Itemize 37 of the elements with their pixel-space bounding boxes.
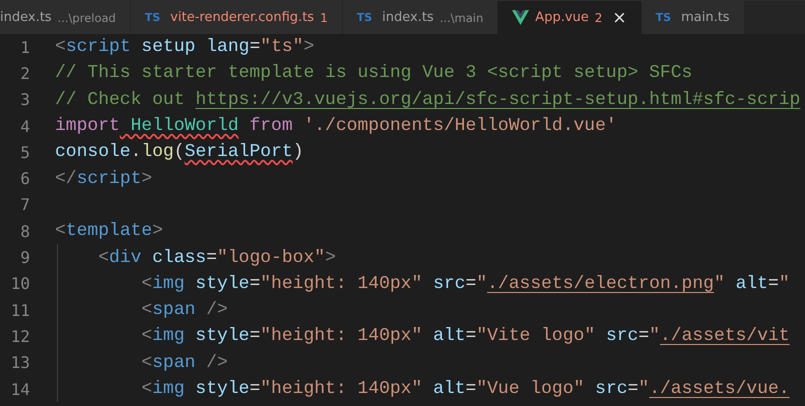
line-number: 14 xyxy=(10,380,30,398)
code-line: <span /> xyxy=(140,300,228,320)
code-line: import HelloWorld from './components/HelloWorld.vue' xyxy=(55,116,617,136)
code-line: // This starter template is using Vue 3 <script setup> SFCs xyxy=(55,63,692,84)
code-line: console.log(SerialPort) xyxy=(55,142,304,162)
editor-tab[interactable]: TS main.ts xyxy=(642,1,745,34)
line-number: 5 xyxy=(19,142,30,162)
code-line: <span /> xyxy=(140,352,228,373)
code-line: <img style="height: 140px" src="./assets/electron.png" alt=" xyxy=(140,274,790,294)
code-line: </script> xyxy=(55,168,152,189)
code-line: <img style="height: 140px" alt="Vite logo" src="./assets/vit xyxy=(140,326,790,346)
editor-tab[interactable]: TS index.ts ...\main xyxy=(342,1,498,34)
line-number: 12 xyxy=(10,326,30,346)
line-number: 8 xyxy=(19,222,30,241)
code-link[interactable]: ./assets/electron.png xyxy=(487,274,714,294)
code-line: <script setup lang="ts"> xyxy=(55,37,314,58)
line-number: 11 xyxy=(10,300,30,320)
code-link[interactable]: ./assets/vit xyxy=(660,326,790,346)
line-number: 1 xyxy=(19,38,30,57)
code-line: <div class="logo-box"> xyxy=(97,248,336,268)
editor-tab[interactable]: App.vue 2 × xyxy=(498,1,642,34)
editor-tab[interactable]: index.ts ...\preload xyxy=(0,1,131,34)
line-number: 3 xyxy=(19,90,30,110)
code-link[interactable]: https://v3.vuejs.org/api/sfc-script-setup.html#sfc-scrip xyxy=(195,90,800,110)
line-number: 2 xyxy=(19,64,30,83)
code-line: <img style="height: 140px" alt="Vue logo" src="./assets/vue. xyxy=(140,379,790,399)
code-line: // Check out https://v3.vuejs.org/api/sfc-script-setup.html#sfc-scrip xyxy=(55,90,800,110)
code-line: <template> xyxy=(55,221,164,242)
line-number: 4 xyxy=(19,116,30,136)
line-number: 7 xyxy=(19,195,30,214)
editor-tab[interactable]: TS vite-renderer.config.ts 1 xyxy=(130,1,343,34)
line-number: 9 xyxy=(19,248,30,268)
line-number: 13 xyxy=(10,353,30,372)
code-link[interactable]: ./assets/vue. xyxy=(649,379,790,399)
line-number: 10 xyxy=(10,274,30,294)
vue-logo-icon xyxy=(512,10,530,25)
line-number: 6 xyxy=(19,169,30,188)
